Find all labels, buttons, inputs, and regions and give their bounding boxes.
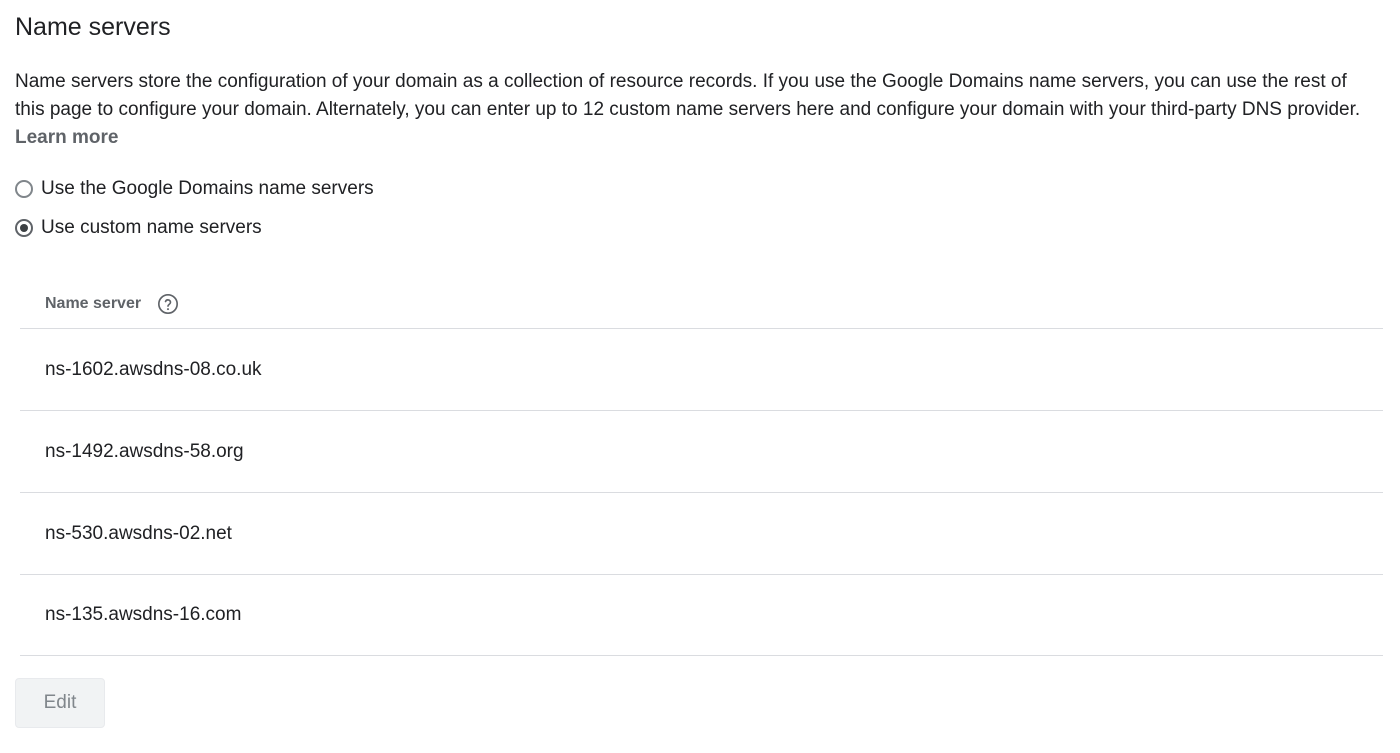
description-body: Name servers store the configuration of … <box>15 71 1361 120</box>
radio-custom-name-servers[interactable]: Use custom name servers <box>15 216 262 240</box>
edit-button[interactable]: Edit <box>15 678 105 728</box>
table-header: Name server <box>20 280 1383 329</box>
name-server-value: ns-1492.awsdns-58.org <box>45 440 244 462</box>
radio-google-name-servers[interactable]: Use the Google Domains name servers <box>15 177 374 201</box>
table-row: ns-1492.awsdns-58.org <box>20 411 1383 493</box>
radio-checked-icon[interactable] <box>15 219 33 237</box>
page-title: Name servers <box>15 13 171 41</box>
table-row: ns-530.awsdns-02.net <box>20 493 1383 575</box>
radio-unchecked-icon[interactable] <box>15 180 33 198</box>
radio-label-google: Use the Google Domains name servers <box>41 178 374 199</box>
description-text: Name servers store the configuration of … <box>15 68 1375 152</box>
table-row: ns-135.awsdns-16.com <box>20 574 1383 656</box>
name-server-value: ns-1602.awsdns-08.co.uk <box>45 358 262 380</box>
help-circle-icon[interactable] <box>157 293 179 315</box>
column-header-name-server: Name server <box>45 295 142 312</box>
name-server-value: ns-135.awsdns-16.com <box>45 603 242 625</box>
radio-label-custom: Use custom name servers <box>41 217 262 238</box>
learn-more-link[interactable]: Learn more <box>15 127 118 148</box>
table-row: ns-1602.awsdns-08.co.uk <box>20 329 1383 411</box>
name-server-value: ns-530.awsdns-02.net <box>45 522 232 544</box>
